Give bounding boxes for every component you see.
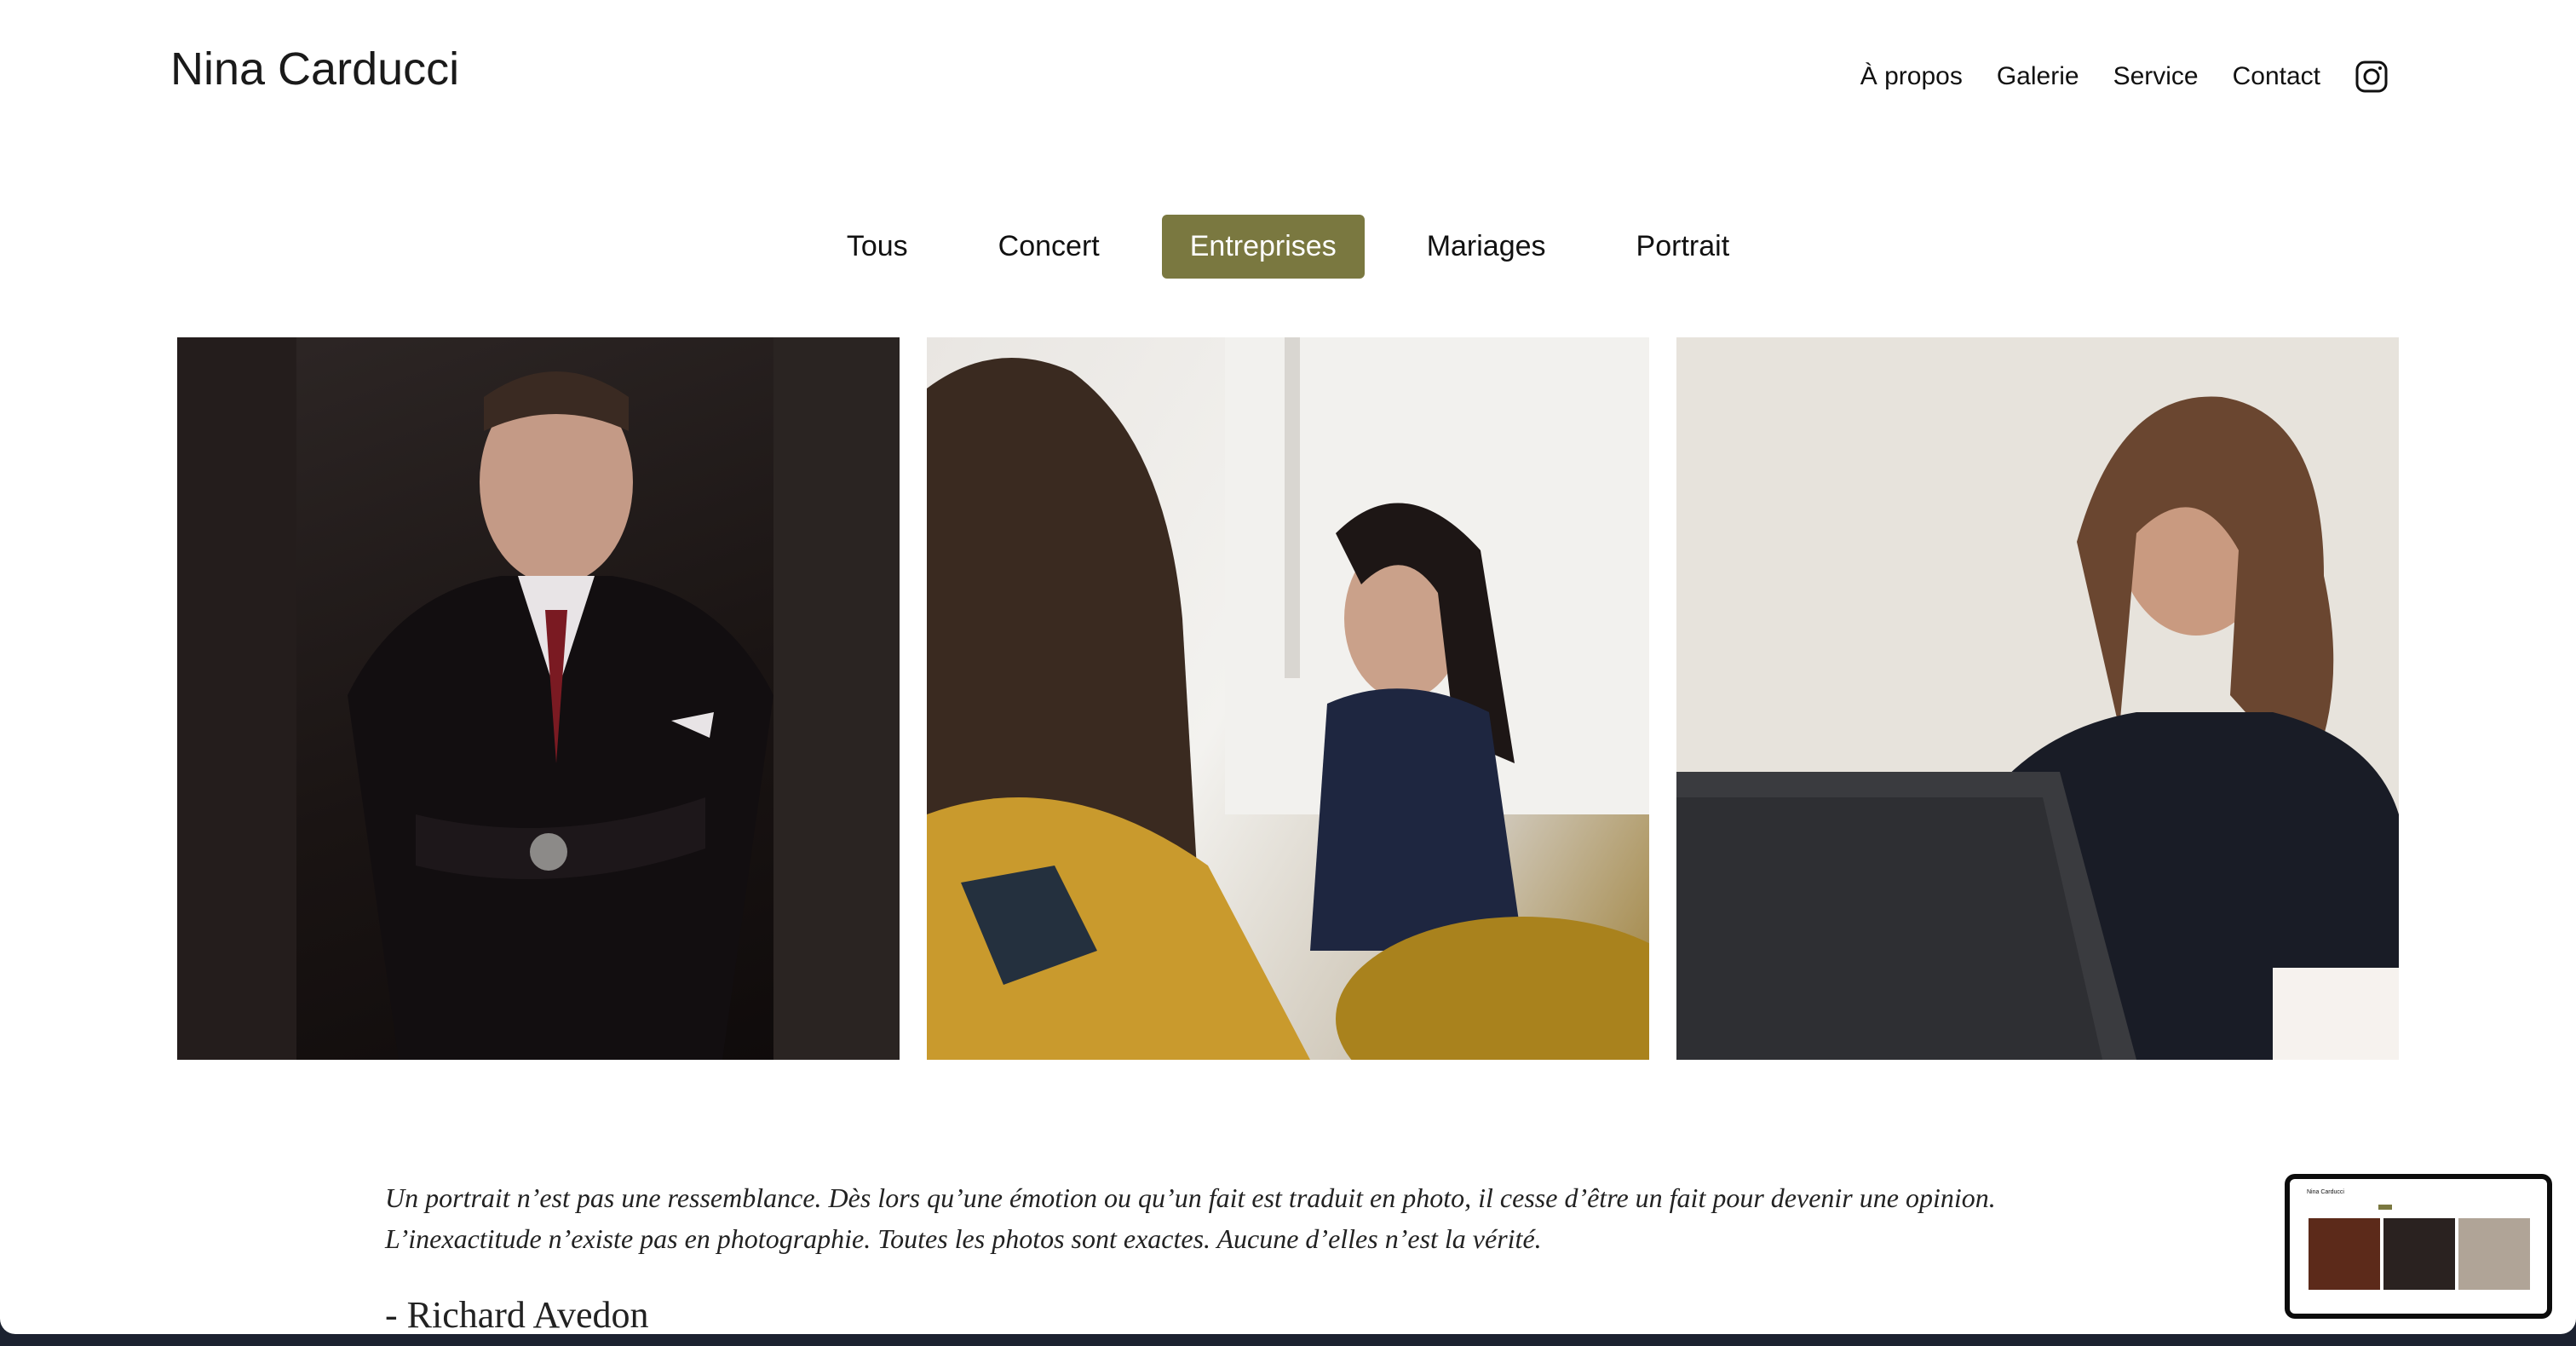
nav-link-about[interactable]: À propos bbox=[1860, 62, 1963, 91]
nav-link-gallery[interactable]: Galerie bbox=[1997, 62, 2079, 91]
thumbnail-photo bbox=[2383, 1218, 2455, 1290]
filter-mariages[interactable]: Mariages bbox=[1399, 215, 1574, 279]
thumbnail-photo bbox=[2309, 1218, 2380, 1290]
filter-portrait[interactable]: Portrait bbox=[1608, 215, 1758, 279]
filter-tous[interactable]: Tous bbox=[819, 215, 936, 279]
quote-text: Un portrait n’est pas une ressemblance. … bbox=[385, 1182, 1996, 1254]
nav-link-contact[interactable]: Contact bbox=[2233, 62, 2320, 91]
laughing-woman-with-laptop-photo[interactable] bbox=[1676, 337, 2399, 1060]
gallery-grid bbox=[177, 337, 2399, 1060]
businessman-in-suit-photo[interactable] bbox=[177, 337, 900, 1060]
site-logo[interactable]: Nina Carducci bbox=[170, 43, 459, 95]
screen-preview-thumbnail[interactable]: Nina Carducci bbox=[2285, 1174, 2552, 1319]
gallery-filter-bar: Tous Concert Entreprises Mariages Portra… bbox=[0, 215, 2576, 279]
nav-link-service[interactable]: Service bbox=[2113, 62, 2199, 91]
thumbnail-page: Nina Carducci bbox=[2290, 1179, 2547, 1314]
quote-author: - Richard Avedon bbox=[385, 1294, 649, 1334]
filter-entreprises[interactable]: Entreprises bbox=[1161, 215, 1365, 279]
browser-viewport: Nina Carducci À propos Galerie Service C… bbox=[0, 0, 2576, 1334]
main-nav: À propos Galerie Service Contact bbox=[1826, 60, 2389, 94]
thumbnail-active-filter bbox=[2378, 1205, 2392, 1210]
instagram-icon[interactable] bbox=[2355, 60, 2389, 94]
thumbnail-photo bbox=[2458, 1218, 2530, 1290]
filter-concert[interactable]: Concert bbox=[970, 215, 1128, 279]
smiling-woman-in-meeting-photo[interactable] bbox=[927, 337, 1649, 1060]
thumbnail-title: Nina Carducci bbox=[2307, 1189, 2344, 1195]
